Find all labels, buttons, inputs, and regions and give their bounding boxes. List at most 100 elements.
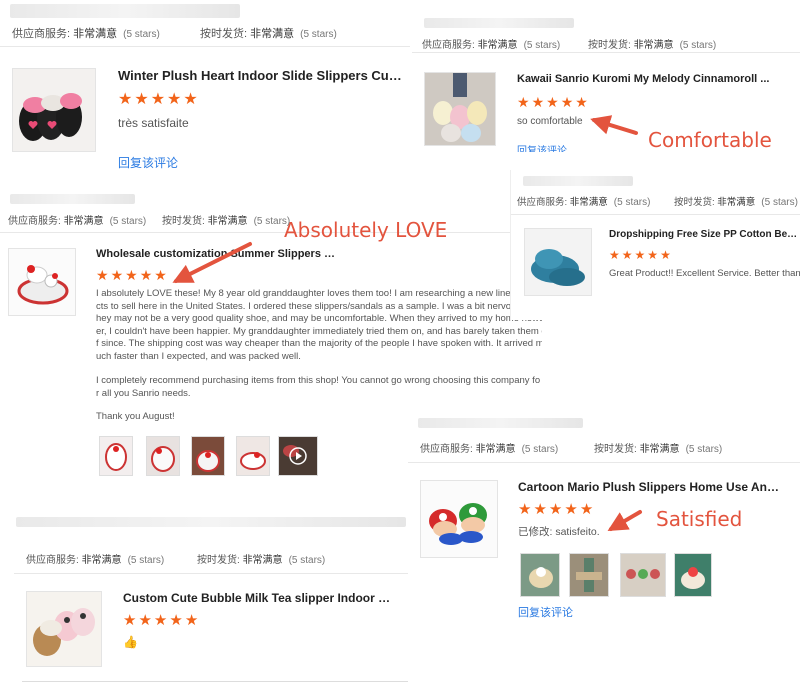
star-icon: ★ [169,612,183,629]
star-icon: ★ [609,248,620,262]
review-photo-4[interactable] [236,436,270,476]
review-card-6: 供应商服务: 非常满意 (5 stars) 按时发货: 非常满意 (5 stars)… [14,515,408,683]
product-thumbnail[interactable] [524,228,592,296]
star-icon: ★ [647,248,659,262]
shipping-rating: 按时发货: 非常满意 (5 stars) [200,28,337,40]
reply-link[interactable]: 回复该评论 [517,142,567,152]
supplier-service-rating: 供应商服务: 非常满意 (5 stars) [420,444,559,455]
shipping-rating: 按时发货: 非常满意 (5 stars) [588,40,717,51]
star-icon: ★ [579,501,594,518]
review-text: très satisfaite [118,116,189,130]
product-thumbnail[interactable] [420,480,498,558]
shipping-rating: 按时发货: 非常满意 (5 stars) [674,197,798,208]
star-icon: ★ [575,94,588,110]
slipper-image [9,249,75,315]
product-thumbnail[interactable] [8,248,76,316]
star-icon: ★ [150,91,166,108]
supplier-service-rating: 供应商服务: 非常满意 (5 stars) [422,40,561,51]
blurred-reviewer-name [10,4,240,18]
review-photo-3[interactable] [191,436,225,476]
star-icon: ★ [167,91,182,108]
reply-link[interactable]: 回复该评论 [118,154,178,171]
thumbs-up-icon: 👍 [123,635,138,649]
slipper-image [27,592,101,666]
divider [412,52,800,53]
review-text: 已修改: satisfeito. [518,526,600,538]
divider [511,214,800,215]
review-photo-1[interactable] [99,436,133,476]
star-icon: ★ [634,248,646,262]
star-icon: ★ [138,612,152,629]
slipper-image [13,69,95,151]
product-thumbnail[interactable] [12,68,96,152]
supplier-service-rating: 供应商服务: 非常满意 (5 stars) [517,197,651,208]
star-icon: ★ [125,267,138,283]
product-title[interactable]: Wholesale customization Summer Slippers … [96,248,336,260]
product-title[interactable]: Custom Cute Bubble Milk Tea slipper Indo… [123,591,393,605]
star-icon: ★ [560,94,574,110]
star-icon: ★ [548,501,563,518]
blurred-reviewer-name [523,176,633,186]
review-text-paragraph-2: I completely recommend purchasing items … [96,375,541,399]
shipping-rating: 按时发货: 非常满意 (5 stars) [197,555,326,566]
divider [22,681,408,682]
star-icon: ★ [184,612,199,629]
shipping-rating: 按时发货: 非常满意 (5 stars) [162,216,291,227]
product-thumbnail[interactable] [26,591,102,667]
slipper-image [425,73,495,145]
blurred-reviewer-name [418,418,583,428]
blurred-reviewer-name [10,194,135,204]
reply-link[interactable]: 回复该评论 [518,604,573,620]
review-photo-2[interactable] [569,553,609,597]
star-icon: ★ [533,501,547,518]
star-icon: ★ [621,248,633,262]
blurred-reviewer-name [424,18,574,28]
divider [0,46,410,47]
star-icon: ★ [660,248,671,262]
star-icon: ★ [531,94,545,110]
star-icon: ★ [153,612,168,629]
star-icon: ★ [123,612,137,629]
annotation-absolutely-love: Absolutely LOVE [284,218,448,242]
review-text: so comfortable [517,116,583,127]
supplier-service-rating: 供应商服务: 非常满意 (5 stars) [12,28,160,40]
rating-stars: ★ ★ ★ ★ ★ [517,95,588,109]
star-icon: ★ [118,91,133,108]
annotation-satisfied: Satisfied [656,507,743,531]
review-video-thumbnail[interactable] [278,436,318,476]
divider [0,232,545,233]
supplier-service-rating: 供应商服务: 非常满意 (5 stars) [26,555,165,566]
supplier-service-rating: 供应商服务: 非常满意 (5 stars) [8,216,147,227]
star-icon: ★ [134,91,149,108]
review-card-1: 供应商服务: 非常满意 (5 stars) 按时发货: 非常满意 (5 stars)… [0,0,410,185]
review-text-signoff: Thank you August! [96,411,175,422]
review-text: Great Product!! Excellent Service. Bette… [609,268,800,279]
review-text: I absolutely LOVE these! My 8 year old g… [96,288,542,362]
shipping-rating: 按时发货: 非常满意 (5 stars) [594,444,723,455]
product-title[interactable]: Kawaii Sanrio Kuromi My Melody Cinnamoro… [517,73,787,85]
blurred-reviewer-name [16,517,406,527]
review-photo-4[interactable] [674,553,712,597]
star-icon: ★ [154,267,167,283]
product-thumbnail[interactable] [424,72,496,146]
product-title[interactable]: Winter Plush Heart Indoor Slide Slippers… [118,68,403,83]
review-photo-2[interactable] [146,436,180,476]
product-title[interactable]: Cartoon Mario Plush Slippers Home Use An… [518,480,780,494]
star-icon: ★ [517,94,530,110]
star-icon: ★ [110,267,124,283]
divider [14,573,408,574]
star-icon: ★ [96,267,109,283]
review-photo-1[interactable] [520,553,560,597]
annotation-comfortable: Comfortable [648,128,772,152]
rating-stars: ★ ★ ★ ★ ★ [609,249,671,261]
star-icon: ★ [564,501,578,518]
review-photo-3[interactable] [620,553,666,597]
slipper-image [525,229,591,295]
rating-stars: ★ ★ ★ ★ ★ [96,268,167,282]
slipper-image [421,481,497,557]
divider [408,462,800,463]
star-icon: ★ [183,91,198,108]
rating-stars: ★ ★ ★ ★ ★ [123,613,198,628]
star-icon: ★ [139,267,153,283]
product-title[interactable]: Dropshipping Free Size PP Cotton Bedroo [609,229,800,240]
